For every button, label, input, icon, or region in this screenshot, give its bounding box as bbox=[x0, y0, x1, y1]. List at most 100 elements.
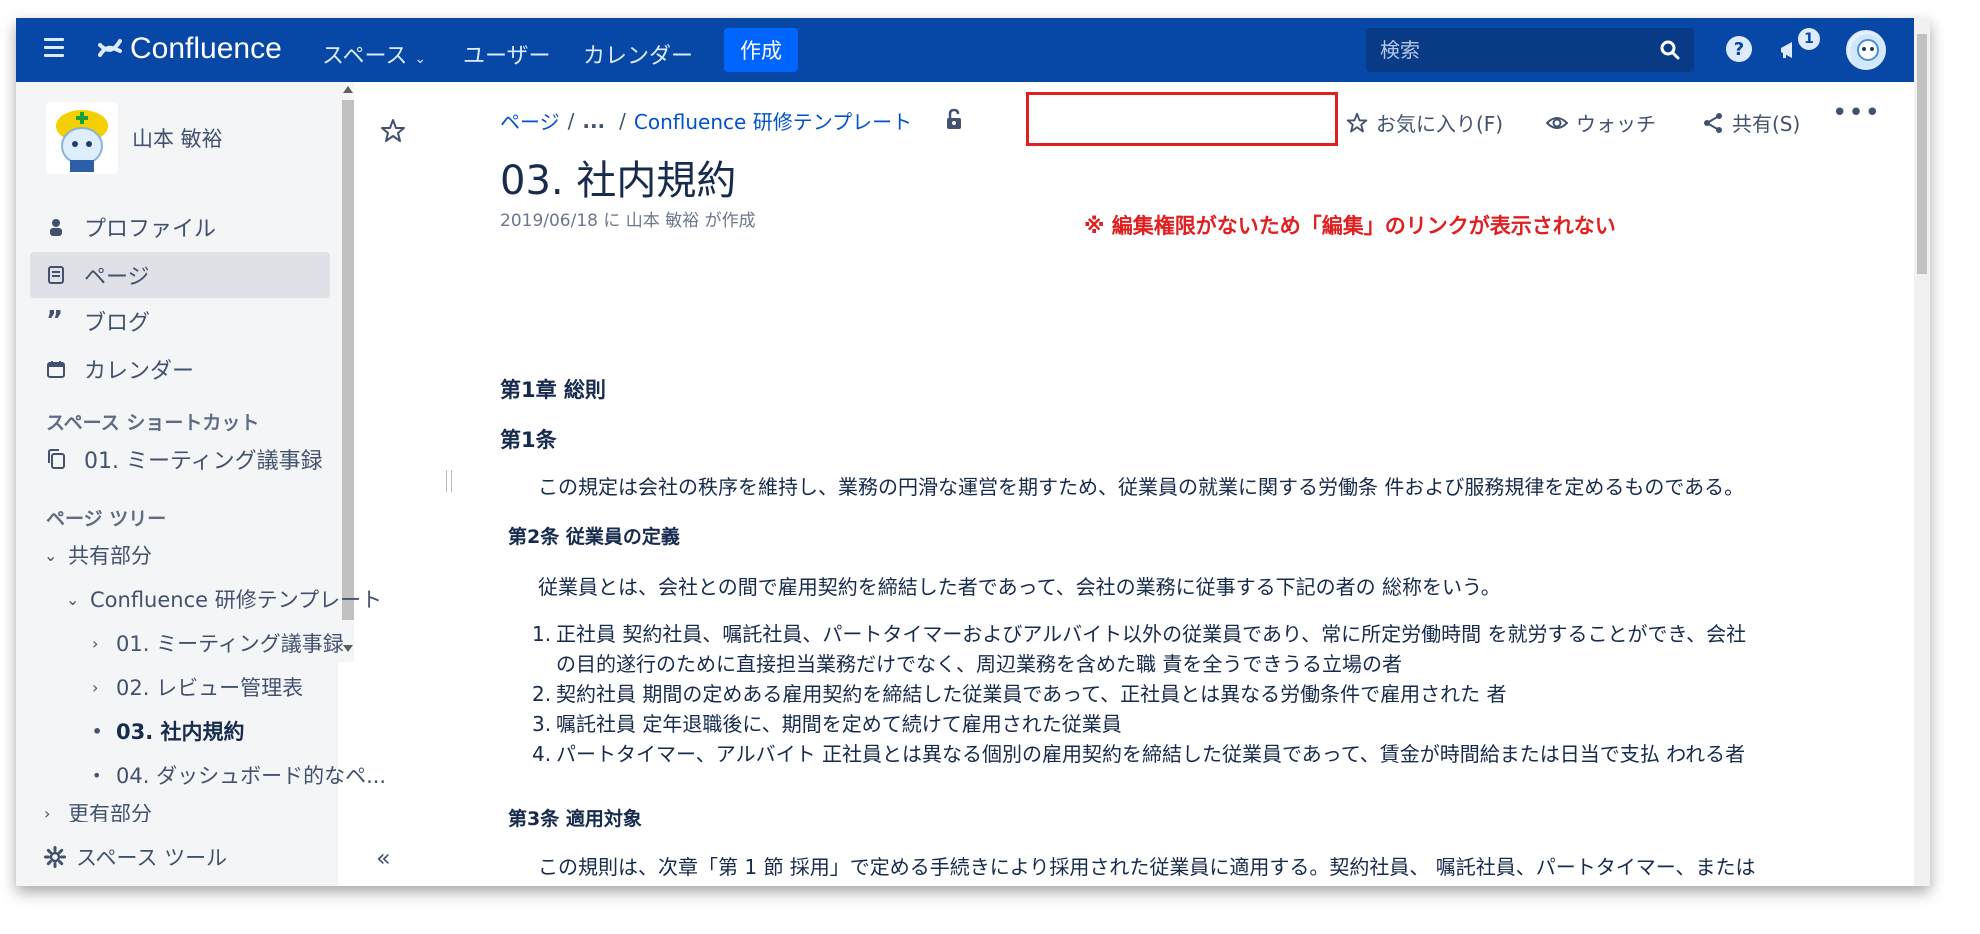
breadcrumb-separator: / bbox=[619, 108, 626, 133]
tree-item[interactable]: › 01. ミーティング議事録 bbox=[92, 628, 344, 658]
sidebar-item-pages[interactable]: ページ bbox=[30, 252, 330, 298]
annotation-notice: ※ 編集権限がないため「編集」のリンクが表示されない bbox=[1084, 214, 1616, 238]
favorite-action[interactable]: お気に入り(F) bbox=[1346, 108, 1503, 137]
notification-badge: 1 bbox=[1798, 28, 1820, 50]
breadcrumb: ページ / ... / Confluence 研修テンプレート bbox=[500, 106, 912, 135]
search-icon[interactable] bbox=[1660, 40, 1680, 60]
article-heading: 第3条 適用対象 bbox=[508, 808, 642, 830]
unlock-icon[interactable] bbox=[944, 108, 964, 130]
article-body: この規定は会社の秩序を維持し、業務の円滑な運営を期すため、従業員の就業に関する労… bbox=[538, 475, 1745, 499]
chevron-right-icon[interactable]: › bbox=[44, 804, 56, 822]
copy-icon bbox=[48, 449, 65, 469]
tree-item[interactable]: • 04. ダッシュボード的なペ... bbox=[92, 760, 386, 790]
menu-icon[interactable] bbox=[44, 38, 64, 57]
shortcut-label: 01. ミーティング議事録 bbox=[84, 449, 323, 474]
shortcut-item[interactable]: 01. ミーティング議事録 bbox=[30, 436, 420, 482]
chevron-down-icon: ⌄ bbox=[414, 51, 427, 67]
list-item: 3. 嘱託社員 定年退職後に、期間を定めて続けて雇用された従業員 bbox=[532, 712, 1122, 736]
list-item: 1. 正社員 契約社員、嘱託社員、パートタイマーおよびアルバイト以外の従業員であり… bbox=[532, 622, 1747, 646]
breadcrumb-parent[interactable]: Confluence 研修テンプレート bbox=[634, 106, 912, 135]
mascot-avatar-icon bbox=[46, 102, 118, 174]
sidebar-profile[interactable]: 山本 敏裕 bbox=[46, 102, 223, 174]
eye-icon bbox=[1546, 116, 1568, 129]
screenshot: Confluence スペース ⌄ ユーザー カレンダー 作成 ? 1 bbox=[0, 0, 1980, 934]
nav-calendar[interactable]: カレンダー bbox=[583, 38, 693, 70]
article-heading: 第2条 従業員の定義 bbox=[508, 526, 680, 548]
tree-item-label: 共有部分 bbox=[68, 544, 152, 568]
highlight-box bbox=[1026, 92, 1338, 146]
sidebar-item-calendar[interactable]: カレンダー bbox=[30, 346, 420, 392]
search-box bbox=[1366, 28, 1694, 72]
shortcuts-heading: スペース ショートカット bbox=[46, 412, 260, 434]
confluence-logo[interactable]: Confluence bbox=[98, 32, 282, 66]
watch-label: ウォッチ bbox=[1576, 112, 1656, 136]
space-tools-button[interactable]: スペース ツール bbox=[44, 842, 227, 872]
tree-item-label: 03. 社内規約 bbox=[116, 720, 245, 744]
profile-name: 山本 敏裕 bbox=[132, 127, 223, 151]
breadcrumb-pages[interactable]: ページ bbox=[500, 106, 560, 135]
list-item: 4. パートタイマー、アルバイト 正社員とは異なる個別の雇用契約を締結した従業員で… bbox=[532, 742, 1746, 766]
tree-item[interactable]: › 02. レビュー管理表 bbox=[92, 672, 303, 702]
page-metadata: 2019/06/18 に 山本 敏裕 が作成 bbox=[500, 211, 756, 231]
chevron-right-icon[interactable]: › bbox=[92, 634, 104, 653]
resize-handle[interactable] bbox=[446, 470, 452, 492]
nav-spaces[interactable]: スペース ⌄ bbox=[322, 38, 426, 70]
tree-item-label: 01. ミーティング議事録 bbox=[116, 632, 344, 656]
chevron-down-icon[interactable]: ⌄ bbox=[66, 590, 79, 609]
chevron-right-icon[interactable]: › bbox=[92, 678, 104, 697]
list-item-text: パートタイマー、アルバイト 正社員とは異なる個別の雇用契約を締結した従業員であっ… bbox=[556, 742, 1746, 766]
person-icon bbox=[50, 219, 62, 236]
confluence-logo-icon bbox=[98, 39, 122, 57]
list-item-text: 契約社員 期間の定めある雇用契約を締結した従業員であって、正社員とは異なる労働条… bbox=[556, 682, 1507, 706]
watch-action[interactable]: ウォッチ bbox=[1546, 108, 1656, 137]
help-icon[interactable]: ? bbox=[1726, 36, 1752, 62]
gear-icon bbox=[44, 846, 66, 868]
tree-item-label: 更有部分 bbox=[68, 804, 152, 822]
star-icon[interactable] bbox=[380, 118, 406, 144]
page-scroll-thumb[interactable] bbox=[1917, 34, 1927, 274]
collapse-sidebar-icon[interactable]: « bbox=[376, 844, 391, 872]
page-tree-heading: ページ ツリー bbox=[46, 508, 167, 530]
list-item-continuation: の目的遂行のために直接担当業務だけでなく、周辺業務を含めた職 責を全うできうる立… bbox=[556, 652, 1402, 676]
more-actions-icon[interactable]: ••• bbox=[1832, 98, 1881, 128]
tree-item-label: 02. レビュー管理表 bbox=[116, 676, 304, 700]
chapter-heading: 第1章 総則 bbox=[500, 378, 606, 402]
bullet-icon: • bbox=[92, 765, 102, 785]
page-scrollbar[interactable] bbox=[1914, 18, 1930, 886]
scroll-up-arrow-icon[interactable] bbox=[343, 86, 353, 93]
star-icon bbox=[1346, 112, 1368, 132]
logo-text: Confluence bbox=[130, 32, 282, 65]
share-icon bbox=[1704, 112, 1722, 133]
sidebar-item-blog[interactable]: ” ブログ bbox=[30, 298, 420, 344]
favorite-label: お気に入り(F) bbox=[1376, 112, 1504, 136]
avatar-image-icon bbox=[1850, 34, 1884, 68]
sidebar-item-profile[interactable]: プロファイル bbox=[30, 204, 420, 250]
browser-window: Confluence スペース ⌄ ユーザー カレンダー 作成 ? 1 bbox=[16, 18, 1930, 886]
breadcrumb-ellipsis[interactable]: ... bbox=[582, 109, 605, 133]
nav-users[interactable]: ユーザー bbox=[463, 38, 551, 70]
tree-item[interactable]: ⌄ 共有部分 bbox=[44, 540, 152, 570]
sidebar-item-label: ブログ bbox=[84, 311, 151, 336]
tree-item[interactable]: ⌄ Confluence 研修テンプレート bbox=[66, 584, 382, 614]
list-item-text: 正社員 契約社員、嘱託社員、パートタイマーおよびアルバイト以外の従業員であり、常… bbox=[556, 622, 1747, 646]
list-item-text: 嘱託社員 定年退職後に、期間を定めて続けて雇用された従業員 bbox=[556, 712, 1122, 736]
sidebar-item-label: ページ bbox=[84, 265, 150, 290]
search-input[interactable] bbox=[1378, 34, 1638, 66]
article-body: 従業員とは、会社との間で雇用契約を締結した者であって、会社の業務に従事する下記の… bbox=[538, 575, 1501, 599]
nav-spaces-label: スペース bbox=[322, 44, 408, 69]
share-action[interactable]: 共有(S) bbox=[1702, 108, 1800, 137]
tree-item[interactable]: › 更有部分 bbox=[44, 804, 152, 822]
tree-item-current[interactable]: • 03. 社内規約 bbox=[92, 716, 245, 746]
user-avatar[interactable] bbox=[1846, 30, 1886, 70]
chevron-down-icon[interactable]: ⌄ bbox=[44, 546, 57, 565]
article-heading: 第1条 bbox=[500, 428, 557, 452]
space-tools-label: スペース ツール bbox=[76, 846, 228, 870]
create-button[interactable]: 作成 bbox=[724, 28, 798, 72]
scroll-down-arrow-icon[interactable] bbox=[343, 645, 353, 652]
breadcrumb-separator: / bbox=[567, 108, 575, 133]
page-icon bbox=[48, 266, 64, 284]
profile-avatar bbox=[46, 102, 118, 174]
tree-item-label: 04. ダッシュボード的なペ... bbox=[116, 764, 387, 788]
sidebar-item-label: プロファイル bbox=[84, 217, 217, 242]
quote-icon: ” bbox=[46, 306, 64, 336]
